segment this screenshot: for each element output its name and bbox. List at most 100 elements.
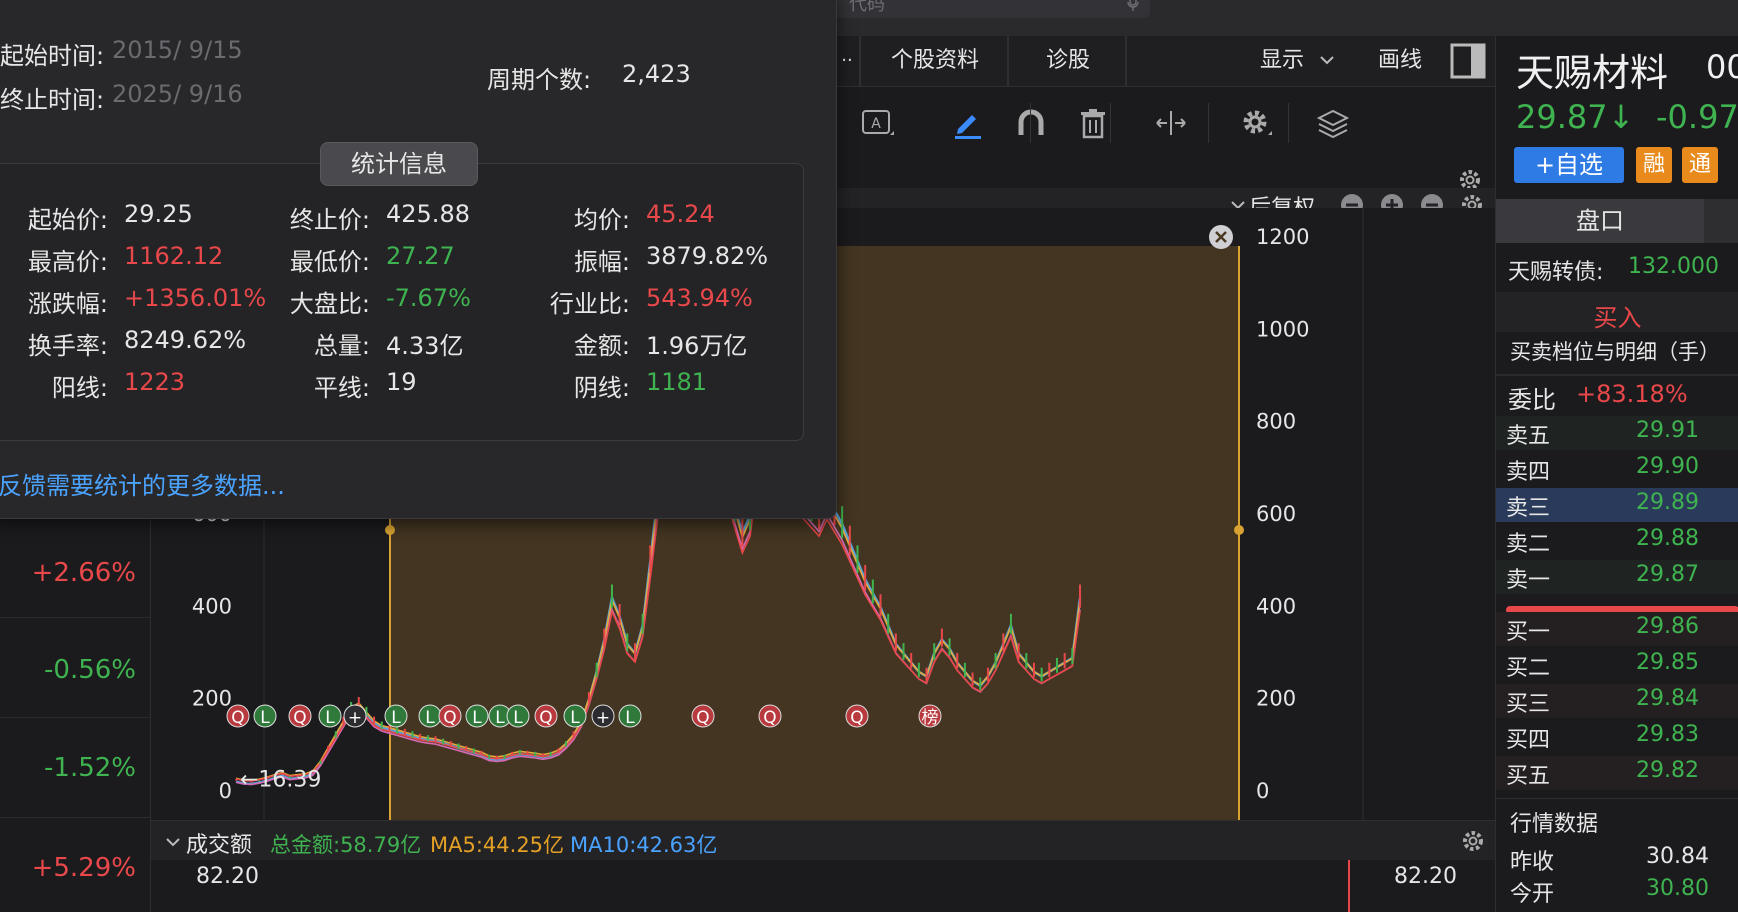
settings-gear-icon[interactable] [1238, 105, 1274, 141]
tab-order-book[interactable]: 盘口 [1496, 199, 1704, 243]
event-marker: L [318, 704, 342, 728]
pct-change-3: -1.52% [44, 753, 136, 783]
ask-price: 29.89 [1636, 490, 1699, 515]
end-time-label: 终止时间: [0, 86, 105, 114]
ask-row[interactable]: 卖一 29.87 [1496, 560, 1738, 594]
volume-label[interactable]: 成交额 [186, 827, 252, 859]
row-divider [0, 717, 150, 718]
bid-row[interactable]: 买二 29.85 [1496, 648, 1738, 682]
ask-row[interactable]: 卖三 29.89 [1496, 488, 1738, 522]
bid-price: 29.84 [1636, 686, 1699, 711]
split-arrows-icon[interactable] [1153, 105, 1189, 141]
stat-label: 行业比: [549, 290, 630, 318]
event-marker-label: Q [443, 708, 456, 728]
stat-label: 均价: [573, 206, 630, 234]
left-y-tick: 400 [192, 594, 232, 618]
bond-value: 132.000 [1628, 254, 1719, 279]
bid-row[interactable]: 买一 29.86 [1496, 612, 1738, 646]
event-marker-label: Q [231, 708, 244, 728]
event-marker-label: + [596, 708, 610, 728]
bid-price: 29.82 [1636, 758, 1699, 783]
connect-tag[interactable]: 通 [1682, 147, 1718, 183]
draw-line-button[interactable]: 画线 [1365, 36, 1435, 86]
event-marker: Q [288, 704, 312, 728]
ask-label: 卖二 [1506, 532, 1551, 557]
tool-divider [1288, 103, 1289, 143]
volume-bar-latest [1348, 860, 1350, 912]
statistics-title: 统计信息 [320, 142, 478, 186]
stat-value: 19 [386, 368, 417, 396]
stat-label: 阳线: [51, 374, 108, 402]
selection-left-handle [385, 525, 395, 535]
search-input[interactable]: 代码 [835, 0, 1150, 18]
layers-icon[interactable] [1315, 105, 1351, 141]
event-marker: 榜 [918, 704, 942, 728]
stat-label: 换手率: [27, 332, 108, 360]
bid-row[interactable]: 买五 29.82 [1496, 756, 1738, 790]
ask-row[interactable]: 卖五 29.91 [1496, 416, 1738, 450]
event-marker: + [343, 704, 367, 728]
ask-row[interactable]: 卖四 29.90 [1496, 452, 1738, 486]
toolbar-divider [859, 36, 861, 86]
toolbar-divider [1007, 36, 1009, 86]
open-value: 30.80 [1646, 876, 1709, 901]
event-marker-label: L [472, 708, 482, 728]
row-divider [0, 817, 150, 818]
depth-title: 买卖档位与明细（手） [1510, 340, 1720, 364]
event-marker-label: + [348, 708, 362, 728]
microphone-icon[interactable] [1126, 0, 1140, 12]
event-marker-label: L [391, 708, 401, 728]
event-marker-label: Q [293, 708, 306, 728]
bid-row[interactable]: 买三 29.84 [1496, 684, 1738, 718]
ask-price: 29.88 [1636, 526, 1699, 551]
ask-row[interactable]: 卖二 29.88 [1496, 524, 1738, 558]
volume-ma10: MA10:42.63亿 [570, 833, 718, 857]
ask-label: 卖一 [1506, 568, 1551, 593]
ask-label: 卖五 [1506, 424, 1551, 449]
event-marker-label: L [425, 708, 435, 728]
trash-icon[interactable] [1075, 105, 1111, 141]
add-watchlist-button[interactable]: +自选 [1514, 147, 1624, 183]
buy-label[interactable]: 买入 [1496, 298, 1738, 333]
diagnose-button[interactable]: 诊股 [1013, 36, 1123, 86]
start-time-label: 起始时间: [0, 42, 105, 70]
stat-value: 1223 [124, 368, 186, 396]
stat-value: 1181 [646, 368, 708, 396]
bid-price: 29.83 [1636, 722, 1699, 747]
ratio-value: +83.18% [1576, 380, 1688, 408]
stat-value: 4.33亿 [386, 332, 464, 360]
text-annotation-icon[interactable]: A [860, 105, 896, 141]
chevron-down-icon[interactable] [1319, 54, 1335, 66]
layout-panel-icon[interactable] [1450, 43, 1486, 79]
volume-gear-icon[interactable] [1460, 828, 1486, 854]
right-y-tick: 800 [1256, 410, 1296, 434]
event-marker-label: Q [763, 708, 776, 728]
magnet-icon[interactable] [1013, 105, 1049, 141]
search-placeholder: 代码 [849, 0, 885, 15]
stock-change: -0.97 [1656, 98, 1738, 136]
display-button[interactable]: 显示 [1247, 36, 1317, 86]
stat-value: -7.67% [386, 284, 471, 312]
right-y-tick: 200 [1256, 687, 1296, 711]
stat-value: +1356.01% [124, 284, 267, 312]
bid-label: 买四 [1506, 728, 1551, 753]
event-marker-label: 榜 [922, 708, 939, 728]
right-y-tick: 1000 [1256, 317, 1309, 341]
feedback-link[interactable]: 反馈需要统计的更多数据... [0, 466, 285, 501]
event-marker-label: Q [850, 708, 863, 728]
margin-tag[interactable]: 融 [1636, 147, 1672, 183]
chevron-down-icon[interactable] [166, 837, 180, 847]
stock-name: 天赐材料 [1516, 51, 1669, 95]
more-button[interactable]: ·· [835, 36, 859, 86]
end-time-value: 2025/ 9/16 [112, 80, 243, 108]
profile-button[interactable]: 个股资料 [865, 36, 1005, 86]
right-y-tick: 0 [1256, 779, 1269, 803]
buy-row[interactable]: 买入 [1496, 292, 1738, 332]
event-marker-label: L [260, 708, 270, 728]
tool-divider [1208, 103, 1209, 143]
volume-chart[interactable]: 82.20 82.20 [150, 860, 1495, 912]
bid-row[interactable]: 买四 29.83 [1496, 720, 1738, 754]
pen-icon[interactable] [950, 105, 986, 141]
stat-value: 29.25 [124, 200, 193, 228]
stat-value: 45.24 [646, 200, 715, 228]
